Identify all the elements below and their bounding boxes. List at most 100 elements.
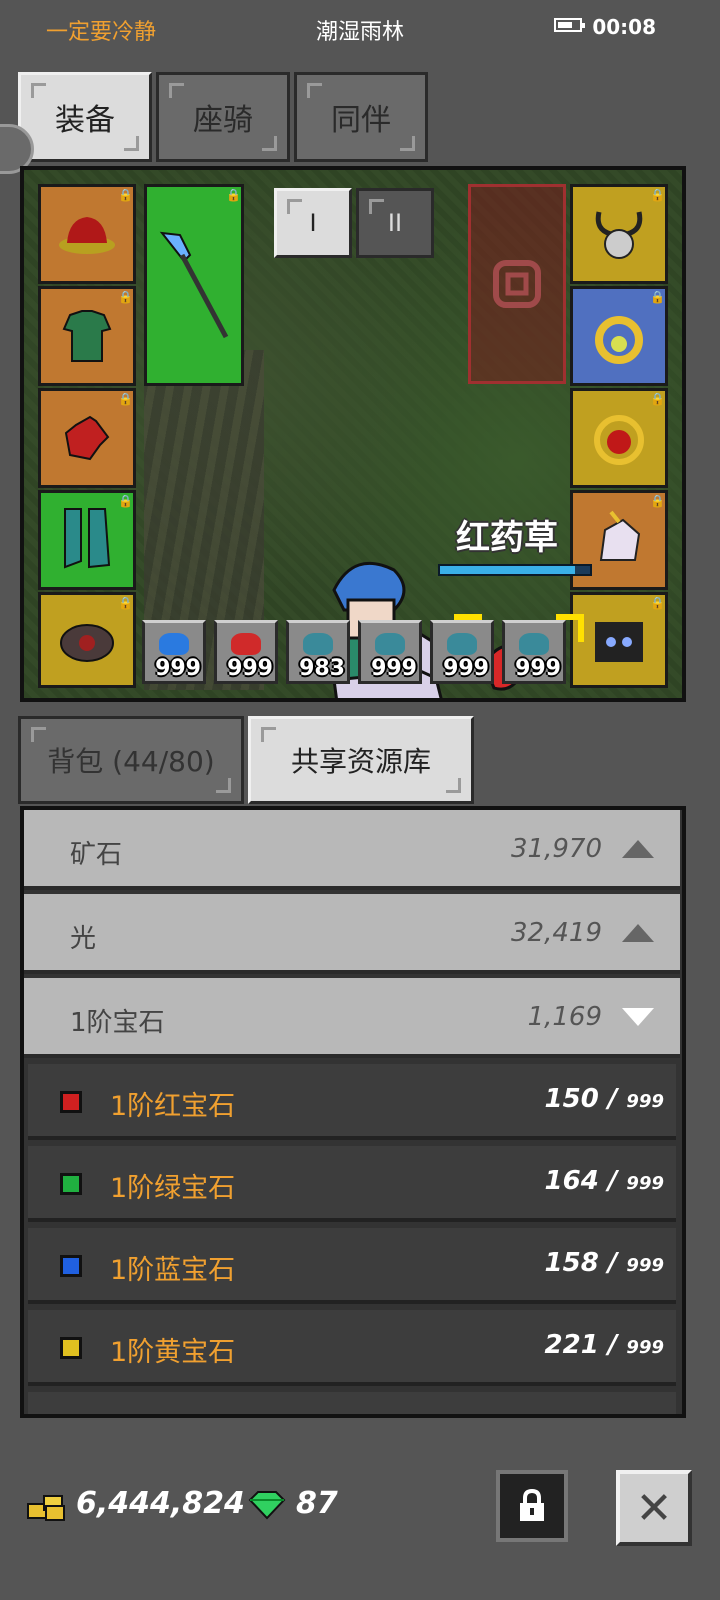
gem-count-max: 999 (626, 1173, 664, 1194)
category-name: 1阶宝石 (70, 1008, 165, 1038)
lock-icon: 🔒 (650, 392, 665, 406)
lock-icon: 🔒 (650, 494, 665, 508)
page-two-label: II (387, 209, 403, 237)
resource-category-ore[interactable]: 矿石 31,970 (24, 810, 680, 890)
gold-amount: 6,444,824 (76, 1486, 245, 1521)
slot-amulet[interactable]: 🔒 (570, 184, 668, 284)
slot-helmet[interactable]: 🔒 (38, 184, 136, 284)
teal-boots-icon (64, 508, 111, 569)
fish-icon (519, 633, 549, 655)
slot-locked[interactable] (468, 184, 566, 384)
category-name: 光 (70, 924, 97, 954)
slot-weapon[interactable]: 🔒 (144, 184, 244, 386)
gem-row-yellow[interactable]: 1阶黄宝石 221 / 999 (28, 1310, 676, 1386)
red-glove-icon (64, 415, 110, 461)
quick-slot-6[interactable]: 999 (502, 620, 566, 684)
bag-icon (60, 624, 114, 662)
tab-companion[interactable]: 同伴 (294, 72, 428, 162)
close-button[interactable]: ✕ (616, 1470, 692, 1546)
tab-equipment-label: 装备 (55, 103, 115, 138)
fish-icon (375, 633, 405, 655)
category-name: 矿石 (70, 840, 123, 870)
tab-shared-storage[interactable]: 共享资源库 (248, 716, 474, 804)
category-total: 1,169 (527, 1002, 602, 1032)
gem-count: 164 / 999 (544, 1166, 664, 1196)
corner-decor (169, 83, 184, 98)
spear-icon (159, 231, 229, 339)
category-total: 31,970 (511, 834, 602, 864)
resource-category-light[interactable]: 光 32,419 (24, 894, 680, 974)
quick-slot-1[interactable]: 999 (142, 620, 206, 684)
gem-row-blue[interactable]: 1阶蓝宝石 158 / 999 (28, 1228, 676, 1304)
fish-icon (303, 633, 333, 655)
tab-mount-label: 座骑 (193, 103, 253, 138)
topaz-icon (60, 1337, 82, 1359)
gem-count: 221 / 999 (544, 1330, 664, 1360)
quick-slot-2[interactable]: 999 (214, 620, 278, 684)
corner-decor (261, 727, 276, 742)
corner-decor (124, 136, 139, 151)
resource-list[interactable]: 矿石 31,970 光 32,419 1阶宝石 1,169 1阶红宝石 150 … (20, 806, 686, 1418)
quick-slot-count: 999 (155, 656, 201, 681)
tab-mount[interactable]: 座骑 (156, 72, 290, 162)
lock-icon: 🔒 (118, 290, 133, 304)
slot-gloves[interactable]: 🔒 (38, 388, 136, 488)
target-name: 红药草 (456, 518, 558, 558)
quick-slot-4[interactable]: 999 (358, 620, 422, 684)
ruby-icon (60, 1091, 82, 1113)
lock-button[interactable] (496, 1470, 568, 1542)
gem-name: 1阶红宝石 (110, 1091, 236, 1122)
gem-name: 1阶绿宝石 (110, 1173, 236, 1204)
corner-decor (369, 199, 384, 214)
corner-decor (31, 727, 46, 742)
gem-count-value: 150 (544, 1084, 599, 1114)
quick-slot-3[interactable]: 983 (286, 620, 350, 684)
target-hp-bar (438, 564, 592, 576)
page-one-button[interactable]: I (274, 188, 352, 258)
lock-icon: 🔒 (118, 596, 133, 610)
slot-ring-one[interactable]: 🔒 (570, 286, 668, 386)
slot-pet[interactable]: 🔒 (570, 592, 668, 688)
corner-decor (400, 136, 415, 151)
gem-row-red[interactable]: 1阶红宝石 150 / 999 (28, 1064, 676, 1140)
quick-slot-count: 983 (299, 656, 345, 681)
resource-category-gems[interactable]: 1阶宝石 1,169 (24, 978, 680, 1058)
slot-ring-two[interactable]: 🔒 (570, 388, 668, 488)
page-two-button[interactable]: II (356, 188, 434, 258)
quick-slot-count: 999 (371, 656, 417, 681)
character-scene: 🔒 🔒 🔒 🔒 🔒 🔒 I II 🔒 🔒 🔒 🔒 🔒 红药草 999 999 9… (20, 166, 686, 702)
locked-slot-icon (493, 260, 541, 308)
red-potion-icon (231, 633, 261, 655)
corner-decor (307, 83, 322, 98)
tab-backpack[interactable]: 背包 (44/80) (18, 716, 244, 804)
gem-row-green[interactable]: 1阶绿宝石 164 / 999 (28, 1146, 676, 1222)
quick-slot-count: 999 (515, 656, 561, 681)
gem-count-value: 158 (544, 1248, 599, 1278)
expand-arrow-icon (622, 924, 654, 942)
slot-boots[interactable]: 🔒 (38, 490, 136, 590)
lock-icon: 🔒 (118, 494, 133, 508)
corner-decor (216, 778, 231, 793)
close-icon: ✕ (635, 1482, 673, 1534)
lock-icon: 🔒 (226, 188, 241, 202)
blue-potion-icon (159, 633, 189, 655)
gem-count-max: 999 (626, 1091, 664, 1112)
lock-icon: 🔒 (118, 188, 133, 202)
corner-decor (446, 778, 461, 793)
slot-armor[interactable]: 🔒 (38, 286, 136, 386)
battery-icon (554, 18, 585, 32)
gold-ring-icon (595, 316, 643, 364)
gem-amount: 87 (296, 1486, 338, 1521)
lock-icon: 🔒 (650, 290, 665, 304)
slot-accessory[interactable]: 🔒 (38, 592, 136, 688)
gem-name: 1阶蓝宝石 (110, 1255, 236, 1286)
fish-icon (447, 633, 477, 655)
gem-row-partial (28, 1392, 676, 1414)
gem-name: 1阶黄宝石 (110, 1337, 236, 1368)
ruby-ring-icon (594, 415, 644, 465)
tab-equipment[interactable]: 装备 (18, 72, 152, 162)
quick-slot-5[interactable]: 999 (430, 620, 494, 684)
collapse-arrow-icon (622, 1008, 654, 1026)
horned-helm-icon (595, 211, 643, 259)
expand-arrow-icon (622, 840, 654, 858)
